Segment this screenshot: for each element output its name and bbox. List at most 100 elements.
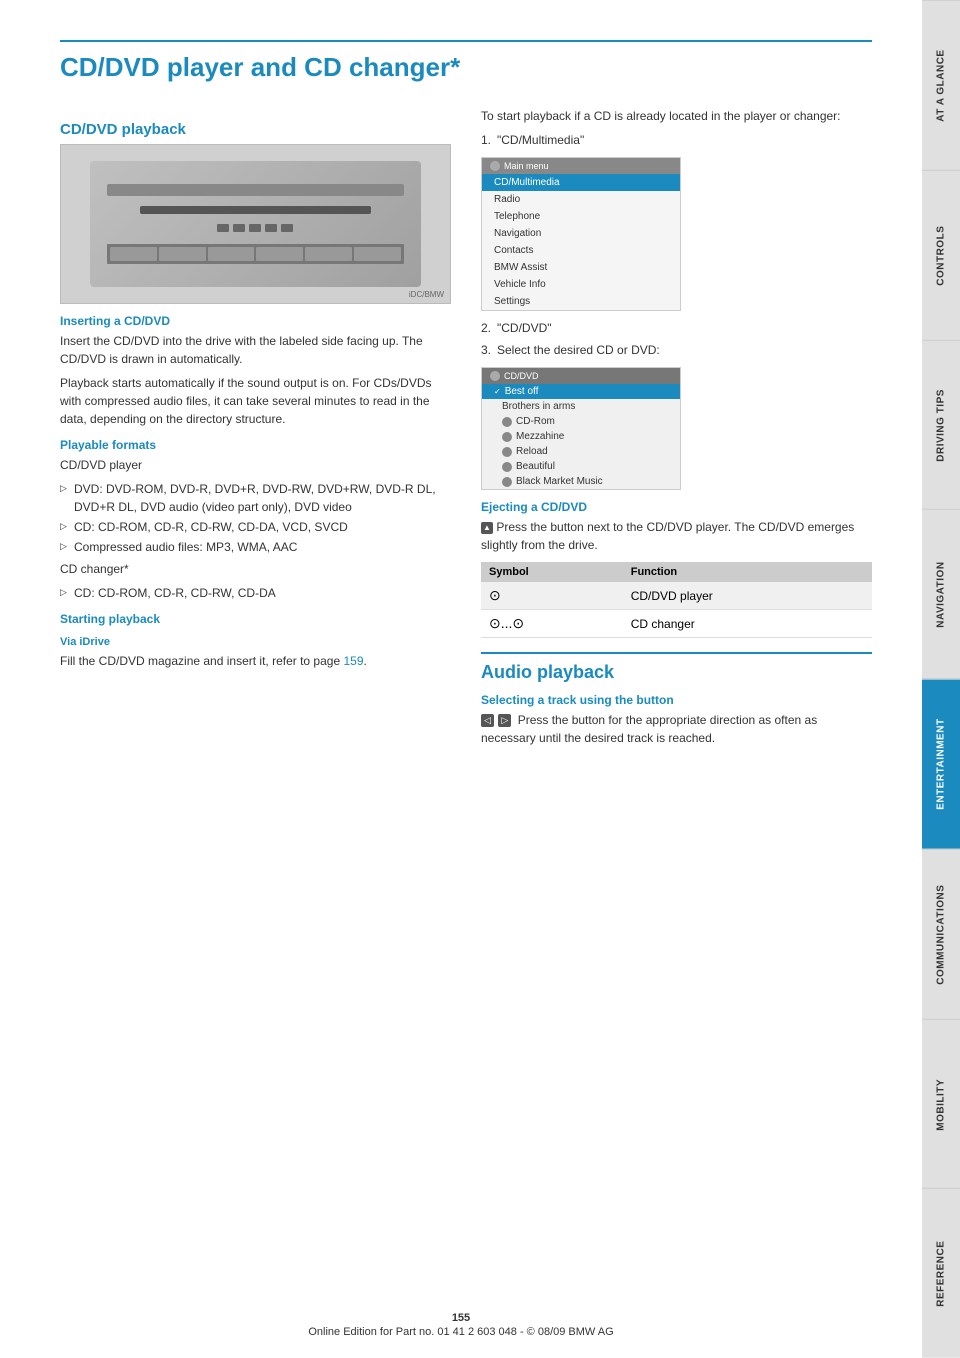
right-column: To start playback if a CD is already loc… [481, 107, 872, 753]
selecting-track-text: ◁ ▷ Press the button for the appropriate… [481, 711, 872, 747]
step-num-3: 3. [481, 341, 491, 359]
prev-track-icon: ◁ [481, 714, 494, 727]
cd-menu-screenshot: CD/DVD ✓ Best off Brothers in arms CD-Ro… [481, 367, 681, 490]
symbol-table: Symbol Function ⊙ CD/DVD player ⊙...⊙ CD… [481, 562, 872, 638]
sidebar-tab-controls[interactable]: Controls [922, 170, 960, 340]
main-menu-item-2: Telephone [482, 208, 680, 225]
left-column: CD/DVD playback [60, 107, 451, 753]
cd-menu-title: CD/DVD [504, 371, 539, 381]
symbol-2: ⊙...⊙ [481, 610, 623, 638]
cd-menu-item-1: Brothers in arms [482, 399, 680, 414]
selecting-track-heading: Selecting a track using the button [481, 693, 872, 707]
table-row: ⊙...⊙ CD changer [481, 610, 872, 638]
image-watermark: iDC/BMW [409, 290, 444, 299]
ejecting-heading: Ejecting a CD/DVD [481, 500, 872, 514]
cd-menu-item-5: Beautiful [482, 459, 680, 474]
device-btn-1 [217, 224, 229, 232]
sidebar-tab-mobility[interactable]: Mobility [922, 1019, 960, 1189]
cd-menu-icon [490, 371, 500, 381]
sidebar-tab-entertainment[interactable]: Entertainment [922, 679, 960, 849]
function-1: CD/DVD player [623, 582, 872, 610]
sidebar-tab-driving-tips[interactable]: Driving tips [922, 340, 960, 510]
via-idrive-link[interactable]: 159 [343, 654, 363, 668]
table-body: ⊙ CD/DVD player ⊙...⊙ CD changer [481, 582, 872, 638]
footer-text: Online Edition for Part no. 01 41 2 603 … [308, 1326, 613, 1338]
main-content: CD/DVD player and CD changer* CD/DVD pla… [0, 0, 922, 1358]
step-3: 3. Select the desired CD or DVD: [481, 341, 872, 359]
col-symbol: Symbol [481, 562, 623, 582]
steps-list: 1. "CD/Multimedia" [481, 131, 872, 149]
sidebar: At a glance Controls Driving tips Naviga… [922, 0, 960, 1358]
cd-menu-item-0: ✓ Best off [482, 384, 680, 399]
audio-playback-heading: Audio playback [481, 652, 872, 683]
function-2: CD changer [623, 610, 872, 638]
dvd-formats-list: DVD: DVD-ROM, DVD-R, DVD+R, DVD-RW, DVD+… [60, 480, 451, 556]
device-image-inner [90, 161, 421, 287]
cd-dvd-player-label: CD/DVD player [60, 456, 451, 474]
inserting-text2: Playback starts automatically if the sou… [60, 374, 451, 428]
device-slot [140, 206, 371, 214]
main-menu-item-1: Radio [482, 191, 680, 208]
cd-menu-item-4: Reload [482, 444, 680, 459]
device-btn-2 [233, 224, 245, 232]
cd-changer-label: CD changer* [60, 560, 451, 578]
main-menu-screenshot: Main menu CD/Multimedia Radio Telephone … [481, 157, 681, 311]
page-footer: 155 Online Edition for Part no. 01 41 2 … [0, 1312, 922, 1338]
inserting-heading: Inserting a CD/DVD [60, 314, 451, 328]
menu-title-bar: Main menu [482, 158, 680, 174]
starting-playback-heading: Starting playback [60, 612, 451, 626]
page-title: CD/DVD player and CD changer* [60, 40, 872, 83]
next-track-icon: ▷ [498, 714, 511, 727]
playable-formats-heading: Playable formats [60, 438, 451, 452]
step-text-1: "CD/Multimedia" [497, 133, 584, 147]
selecting-track-text-content: Press the button for the appropriate dir… [481, 713, 817, 745]
main-menu-item-6: Vehicle Info [482, 276, 680, 293]
eject-icon: ▲ [481, 522, 493, 534]
ejecting-text-content: Press the button next to the CD/DVD play… [481, 520, 854, 552]
audio-playback-section: Audio playback Selecting a track using t… [481, 652, 872, 747]
col-function: Function [623, 562, 872, 582]
menu-title: Main menu [504, 161, 549, 171]
table-header: Symbol Function [481, 562, 872, 582]
intro-text: To start playback if a CD is already loc… [481, 107, 872, 125]
cd-changer-list: CD: CD-ROM, CD-R, CD-RW, CD-DA [60, 584, 451, 602]
symbol-1: ⊙ [481, 582, 623, 610]
step-num-2: 2. [481, 319, 491, 337]
sidebar-tab-navigation[interactable]: Navigation [922, 509, 960, 679]
list-item: DVD: DVD-ROM, DVD-R, DVD+R, DVD-RW, DVD+… [60, 480, 451, 516]
step-text-2: "CD/DVD" [497, 321, 552, 335]
list-item: CD: CD-ROM, CD-R, CD-RW, CD-DA, VCD, SVC… [60, 518, 451, 536]
steps-list-2: 2. "CD/DVD" 3. Select the desired CD or … [481, 319, 872, 359]
main-menu-item-4: Contacts [482, 242, 680, 259]
page-number: 155 [0, 1312, 922, 1324]
device-image: iDC/BMW [60, 144, 451, 304]
step-num-1: 1. [481, 131, 491, 149]
via-idrive-heading: Via iDrive [60, 636, 451, 648]
list-item: Compressed audio files: MP3, WMA, AAC [60, 538, 451, 556]
main-menu-item-3: Navigation [482, 225, 680, 242]
main-menu-item-5: BMW Assist [482, 259, 680, 276]
inserting-text1: Insert the CD/DVD into the drive with th… [60, 332, 451, 368]
ejecting-text: ▲ Press the button next to the CD/DVD pl… [481, 518, 872, 554]
list-item: CD: CD-ROM, CD-R, CD-RW, CD-DA [60, 584, 451, 602]
sidebar-tab-communications[interactable]: Communications [922, 849, 960, 1019]
device-btn-4 [265, 224, 277, 232]
menu-icon [490, 161, 500, 171]
cd-dvd-playback-heading: CD/DVD playback [60, 121, 451, 138]
device-buttons [217, 224, 293, 232]
main-menu-item-0: CD/Multimedia [482, 174, 680, 191]
main-menu-item-7: Settings [482, 293, 680, 310]
step-1: 1. "CD/Multimedia" [481, 131, 872, 149]
two-column-layout: CD/DVD playback [60, 107, 872, 753]
table-row: ⊙ CD/DVD player [481, 582, 872, 610]
page-container: CD/DVD player and CD changer* CD/DVD pla… [0, 0, 960, 1358]
sidebar-tab-reference[interactable]: Reference [922, 1188, 960, 1358]
cd-menu-item-6: Black Market Music [482, 474, 680, 489]
check-icon: ✓ [494, 387, 501, 396]
step-2: 2. "CD/DVD" [481, 319, 872, 337]
device-btn-5 [281, 224, 293, 232]
via-idrive-text: Fill the CD/DVD magazine and insert it, … [60, 652, 451, 670]
device-btn-3 [249, 224, 261, 232]
cd-menu-title-bar: CD/DVD [482, 368, 680, 384]
sidebar-tab-at-a-glance[interactable]: At a glance [922, 0, 960, 170]
